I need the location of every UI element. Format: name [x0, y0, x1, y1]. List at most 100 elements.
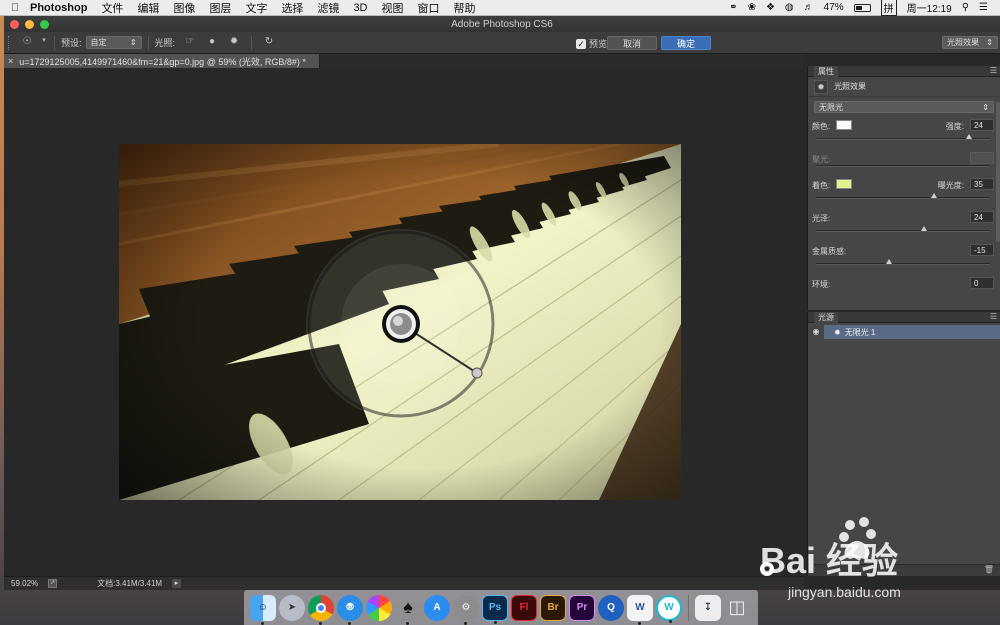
workspace-select[interactable]: 光照效果 ⇕	[942, 36, 998, 49]
menu-edit[interactable]: 编辑	[137, 0, 159, 16]
piano-image[interactable]	[119, 144, 681, 500]
menu-window[interactable]: 窗口	[418, 0, 440, 16]
metallic-row: 金属质感: -15	[808, 242, 1000, 275]
battery-icon[interactable]	[853, 3, 871, 12]
quicktime-icon[interactable]: Q	[598, 594, 624, 621]
light-type-value: 无限光	[819, 102, 843, 112]
add-spot-light-icon[interactable]: ☞	[183, 36, 197, 50]
premiere-icon[interactable]: Pr	[569, 594, 595, 621]
intensity-slider-thumb[interactable]	[966, 134, 973, 139]
flash-icon[interactable]: Fl	[511, 594, 537, 621]
zoom-level[interactable]: 59.02%	[11, 579, 38, 588]
preset-select[interactable]: 自定 ⇕	[85, 36, 142, 49]
system-preferences-icon[interactable]: ⚙	[453, 594, 479, 625]
properties-tab[interactable]: 属性	[814, 65, 838, 77]
intensity-slider[interactable]	[816, 138, 990, 140]
properties-scrollbar[interactable]	[996, 102, 1000, 242]
exposure-slider-thumb[interactable]	[931, 193, 938, 198]
color-label: 颜色:	[812, 122, 831, 131]
bridge-icon[interactable]: Br	[540, 594, 566, 621]
cancel-button[interactable]: 取消	[607, 36, 657, 50]
properties-panel: 属性 ☰ ✹ 光照效果 无限光 ⇕ 颜色: 强度: 24 聚光: 着色: 曝光度…	[807, 65, 1000, 310]
hotspot-slider	[816, 165, 990, 167]
spotlight-icon[interactable]: ⚲	[962, 2, 969, 13]
options-grip[interactable]	[8, 35, 14, 50]
chrome-icon[interactable]	[308, 594, 334, 625]
clock[interactable]: 周一12:19	[907, 0, 952, 15]
gloss-slider-thumb[interactable]	[920, 226, 927, 231]
qq-icon[interactable]: ♠	[395, 595, 421, 625]
add-infinite-light-icon[interactable]: ✹	[227, 36, 241, 50]
light-gizmo[interactable]	[306, 229, 496, 419]
gloss-input[interactable]: 24	[970, 211, 994, 223]
exposure-slider[interactable]	[816, 197, 990, 199]
appstore-icon[interactable]: A	[424, 594, 450, 621]
photoshop-icon[interactable]: Ps	[482, 594, 508, 624]
metallic-input[interactable]: -15	[970, 244, 994, 256]
word-icon[interactable]: W	[627, 594, 653, 625]
light-color-swatch[interactable]	[836, 120, 852, 130]
intensity-input[interactable]: 24	[970, 119, 994, 131]
exposure-input[interactable]: 35	[970, 178, 994, 190]
preview-checkbox[interactable]: ✓ 预览	[576, 37, 607, 50]
canvas-area[interactable]	[4, 68, 804, 576]
downloads-icon[interactable]: ↧	[695, 594, 721, 621]
menu-help[interactable]: 帮助	[454, 0, 476, 16]
intensity-label: 强度:	[945, 122, 964, 131]
hotspot-label: 聚光:	[812, 155, 831, 164]
colorize-swatch[interactable]	[836, 179, 852, 189]
checkmark-icon: ✓	[576, 38, 586, 49]
lights-tab[interactable]: 光源	[814, 311, 838, 323]
panel-menu-icon[interactable]: ☰	[990, 66, 997, 75]
options-bar: ☉ ▾ 预设: 自定 ⇕ 光照: ☞ ● ✹ ↻ ✓ 预览 取消 确定 光照效果…	[4, 32, 1000, 54]
metallic-slider-thumb[interactable]	[886, 259, 893, 264]
document-size: 文档:3.41M/3.41M	[97, 579, 163, 588]
gloss-label: 光泽:	[812, 214, 831, 223]
wifi-icon[interactable]: ◍	[785, 2, 794, 13]
gloss-row: 光泽: 24	[808, 209, 1000, 242]
colorize-exposure-row: 着色: 曝光度: 35	[808, 176, 1000, 209]
creative-cloud-icon[interactable]: ⚭	[729, 2, 737, 13]
window-titlebar[interactable]: Adobe Photoshop CS6	[4, 16, 1000, 32]
menu-filter[interactable]: 滤镜	[317, 0, 339, 16]
status-menu-arrow-icon[interactable]: ▸	[172, 579, 182, 588]
pinwheel-icon[interactable]: ❀	[748, 2, 756, 13]
photos-icon[interactable]	[366, 594, 392, 621]
safari-icon[interactable]: ⦾	[337, 594, 363, 625]
export-icon[interactable]: ↗	[48, 579, 58, 588]
watermark-brand: Bai 经验	[760, 540, 898, 581]
photoshop-window: Adobe Photoshop CS6 ☉ ▾ 预设: 自定 ⇕ 光照: ☞ ●…	[4, 16, 1000, 590]
finder-icon[interactable]: ☺	[250, 594, 276, 625]
menu-file[interactable]: 文件	[101, 0, 123, 16]
input-method[interactable]: 拼	[880, 0, 897, 16]
menu-app-name[interactable]: Photoshop	[30, 2, 87, 14]
panel-menu-icon[interactable]: ☰	[990, 312, 997, 321]
trash-icon[interactable]: ◫	[724, 595, 750, 621]
light-list-item[interactable]: ◉ ✹ 无限光 1	[808, 325, 1000, 339]
document-tab[interactable]: × u=1729125005,4149971460&fm=21&gp=0.jpg…	[4, 54, 320, 68]
menu-layer[interactable]: 图层	[209, 0, 231, 16]
add-point-light-icon[interactable]: ●	[205, 36, 219, 50]
visibility-eye-icon[interactable]: ◉	[808, 325, 824, 339]
reset-light-icon[interactable]: ↻	[262, 36, 276, 50]
bluetooth-icon[interactable]: ❖	[766, 2, 775, 13]
metallic-slider[interactable]	[816, 263, 990, 265]
baidu-watermark: Bai 经验 jingyan.baidu.com	[760, 515, 990, 605]
volume-icon[interactable]: ♬	[804, 2, 814, 13]
lighting-tool-icon[interactable]: ☉	[20, 36, 34, 50]
menu-3d[interactable]: 3D	[353, 2, 367, 14]
light-type-select[interactable]: 无限光 ⇕	[814, 101, 994, 113]
notification-center-icon[interactable]: ☰	[979, 2, 988, 13]
gloss-slider[interactable]	[816, 230, 990, 232]
ok-button[interactable]: 确定	[661, 36, 711, 50]
menu-select[interactable]: 选择	[281, 0, 303, 16]
menu-type[interactable]: 文字	[245, 0, 267, 16]
tool-preset-dropdown-icon[interactable]: ▾	[40, 36, 48, 50]
close-tab-icon[interactable]: ×	[8, 56, 13, 66]
ambience-input[interactable]: 0	[970, 277, 994, 289]
menu-view[interactable]: 视图	[382, 0, 404, 16]
apple-icon[interactable]: 	[0, 2, 30, 14]
menu-image[interactable]: 图像	[173, 0, 195, 16]
wps-icon[interactable]: W	[656, 594, 682, 623]
launchpad-icon[interactable]: ➤	[279, 594, 305, 621]
